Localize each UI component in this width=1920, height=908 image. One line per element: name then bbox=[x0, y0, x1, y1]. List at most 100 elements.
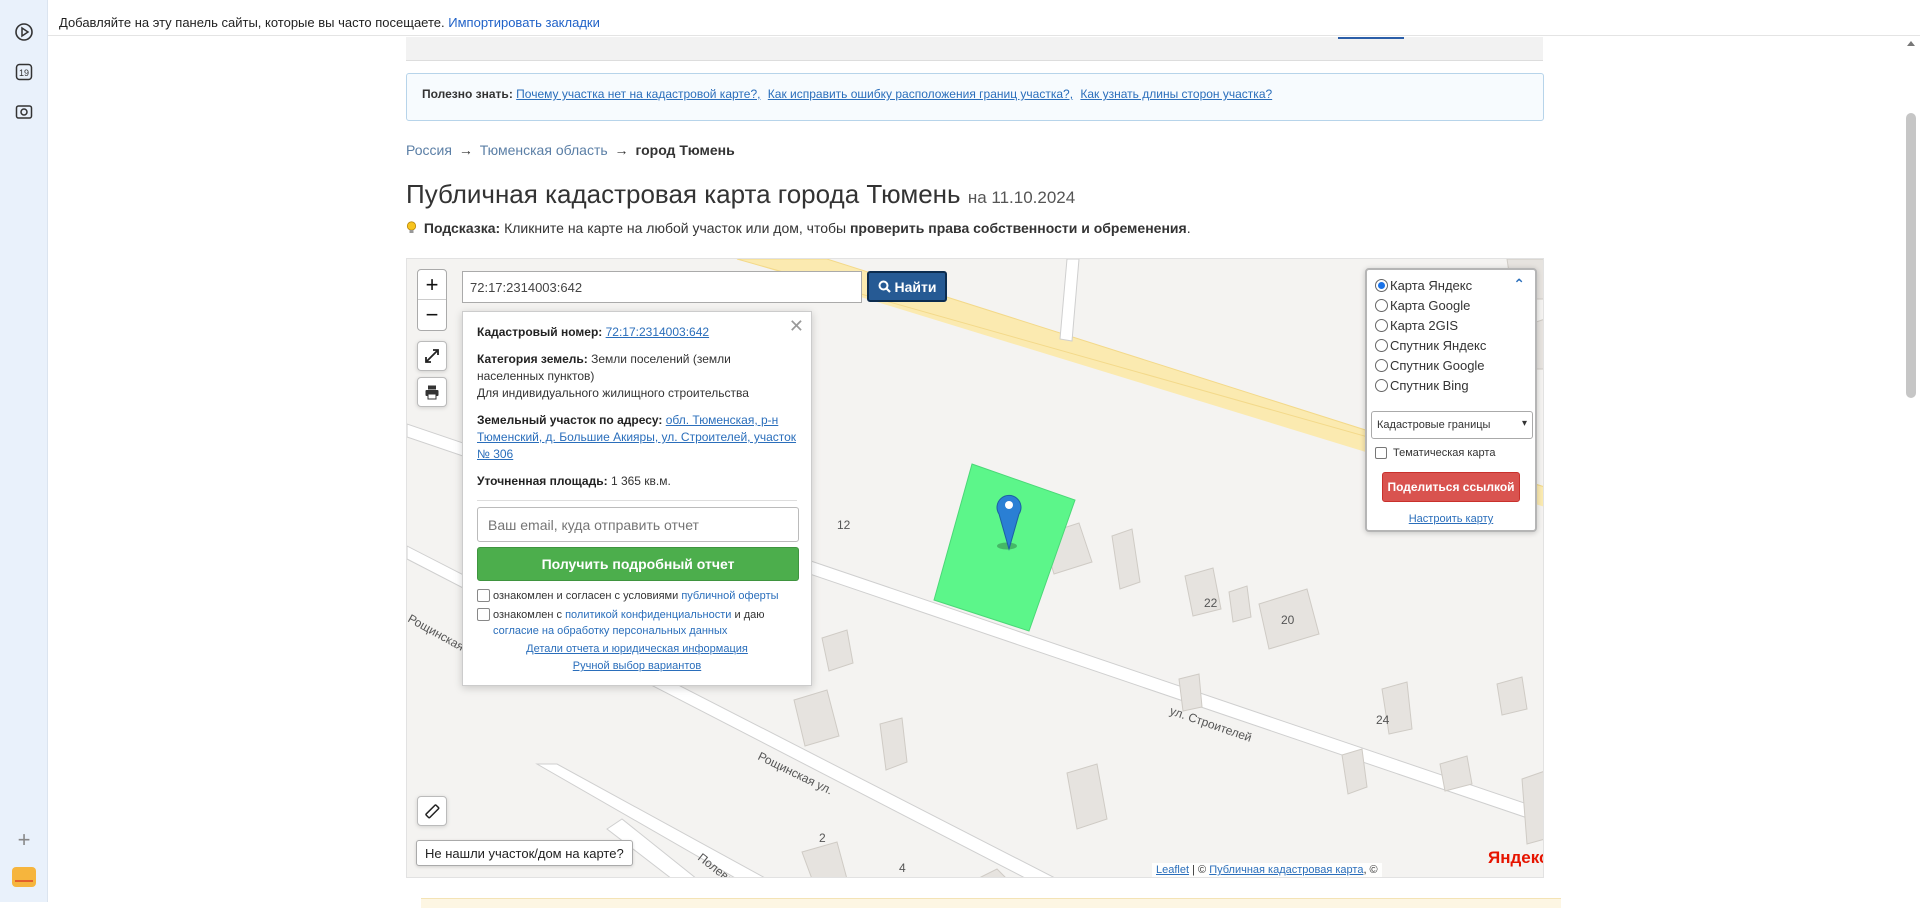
popup-category: Категория земель: Земли поселений (земли… bbox=[477, 351, 797, 402]
hint: Подсказка: Кликните на карте на любой уч… bbox=[406, 220, 1191, 236]
hint-label: Подсказка: bbox=[423, 220, 501, 236]
play-circle-icon[interactable] bbox=[12, 20, 36, 44]
breadcrumb-tyumen-region[interactable]: Тюменская область bbox=[480, 142, 608, 158]
site-search-button-remnant[interactable] bbox=[1338, 37, 1404, 39]
layer-yandex-satellite[interactable]: Спутник Яндекс bbox=[1375, 336, 1486, 354]
ruler-button[interactable] bbox=[417, 796, 447, 826]
popup-links: Детали отчета и юридическая информация Р… bbox=[463, 641, 811, 675]
hint-text: Кликните на карте на любой участок или д… bbox=[504, 220, 847, 236]
ruler-icon bbox=[425, 804, 440, 819]
radio-icon[interactable] bbox=[1375, 378, 1388, 392]
house-number: 24 bbox=[1376, 713, 1390, 727]
get-report-button[interactable]: Получить подробный отчет bbox=[477, 547, 799, 581]
cadastral-search-input[interactable] bbox=[462, 271, 862, 303]
category-label: Категория земель: bbox=[477, 352, 588, 366]
info-link-fix-boundaries[interactable]: Как исправить ошибку расположения границ… bbox=[768, 87, 1073, 101]
page-content: Полезно знать: Почему участка нет на кад… bbox=[48, 37, 1902, 908]
scroll-thumb[interactable] bbox=[1906, 113, 1916, 398]
camera-icon[interactable] bbox=[12, 100, 36, 124]
bookmarks-tip-text: Добавляйте на эту панель сайты, которые … bbox=[59, 15, 445, 30]
site-search-remnant bbox=[406, 37, 1543, 61]
privacy-consent: ознакомлен с политикой конфиденциальност… bbox=[477, 607, 797, 639]
info-link-side-lengths[interactable]: Как узнать длины сторон участка? bbox=[1080, 87, 1272, 101]
radio-icon[interactable] bbox=[1375, 278, 1388, 292]
page-scrollbar[interactable] bbox=[1902, 37, 1920, 902]
layer-label: Карта 2GIS bbox=[1390, 317, 1459, 333]
breadcrumb-current: город Тюмень bbox=[635, 142, 735, 158]
popup-area: Уточненная площадь: 1 365 кв.м. bbox=[477, 473, 797, 490]
scroll-up-arrow-icon[interactable] bbox=[1907, 41, 1915, 46]
privacy-text: ознакомлен с bbox=[493, 609, 563, 621]
configure-map-link[interactable]: Настроить карту bbox=[1409, 513, 1494, 525]
map-search bbox=[462, 271, 862, 303]
leaflet-link[interactable]: Leaflet bbox=[1156, 864, 1189, 876]
bookmarks-bar: Добавляйте на эту панель сайты, которые … bbox=[48, 0, 1920, 36]
find-button[interactable]: Найти bbox=[867, 271, 947, 302]
house-number: 12 bbox=[837, 518, 851, 532]
usage-value: Для индивидуального жилищного строительс… bbox=[477, 386, 749, 400]
zoom-in-button[interactable]: + bbox=[418, 270, 446, 300]
boundaries-select[interactable]: Кадастровые границы ▾ bbox=[1371, 411, 1533, 439]
breadcrumb-russia[interactable]: Россия bbox=[406, 142, 452, 158]
zoom-control: + − bbox=[417, 269, 447, 331]
house-number: 20 bbox=[1281, 613, 1295, 627]
radio-icon[interactable] bbox=[1375, 298, 1388, 312]
close-icon[interactable]: ✕ bbox=[789, 316, 804, 337]
attribution-copy: , © bbox=[1363, 864, 1378, 876]
layer-google-map[interactable]: Карта Google bbox=[1375, 296, 1470, 314]
layer-2gis-map[interactable]: Карта 2GIS bbox=[1375, 316, 1458, 334]
yandex-logo: Яндекс bbox=[1488, 848, 1544, 868]
share-link-button[interactable]: Поделиться ссылкой bbox=[1382, 472, 1520, 502]
next-section-remnant bbox=[421, 898, 1561, 908]
search-icon bbox=[878, 280, 891, 293]
cadastral-number-link[interactable]: 72:17:2314003:642 bbox=[606, 325, 709, 339]
layer-bing-satellite[interactable]: Спутник Bing bbox=[1375, 376, 1469, 394]
radio-icon[interactable] bbox=[1375, 358, 1388, 372]
hint-end: . bbox=[1186, 220, 1191, 236]
address-label: Земельный участок по адресу: bbox=[477, 413, 663, 427]
street-vertical bbox=[1059, 259, 1080, 342]
info-link-missing-parcel[interactable]: Почему участка нет на кадастровой карте?… bbox=[516, 87, 760, 101]
map-attribution: Leaflet | © Публичная кадастровая карта,… bbox=[1152, 863, 1382, 877]
print-button[interactable] bbox=[417, 377, 447, 407]
thematic-checkbox[interactable] bbox=[1375, 447, 1387, 459]
page-title-main: Публичная кадастровая карта города Тюмен… bbox=[406, 179, 961, 209]
plus-icon[interactable]: + bbox=[12, 828, 36, 852]
house-number: 2 bbox=[819, 831, 826, 845]
public-offer-link[interactable]: публичной оферты bbox=[681, 590, 778, 602]
privacy-policy-link[interactable]: политикой конфиденциальности bbox=[565, 609, 731, 621]
cadastral-map[interactable]: 12 22 20 24 2 4 ул. Строителей Рощинская… bbox=[406, 258, 1544, 878]
layer-google-satellite[interactable]: Спутник Google bbox=[1375, 356, 1485, 374]
cadastral-label: Кадастровый номер: bbox=[477, 325, 603, 339]
email-field[interactable] bbox=[477, 507, 799, 542]
yandex-logo-text: Яндекс bbox=[1488, 848, 1544, 867]
thematic-map-toggle[interactable]: Тематическая карта bbox=[1375, 447, 1495, 459]
mail-icon[interactable] bbox=[12, 867, 36, 887]
house-number: 4 bbox=[899, 861, 906, 875]
personal-data-link[interactable]: согласие на обработку персональных данны… bbox=[493, 625, 727, 637]
privacy-consent-text: ознакомлен с политикой конфиденциальност… bbox=[493, 607, 797, 639]
house-number: 22 bbox=[1204, 596, 1218, 610]
privacy-mid: и даю bbox=[734, 609, 765, 621]
chevron-up-icon[interactable]: ⌃ bbox=[1513, 276, 1525, 293]
fullscreen-button[interactable] bbox=[417, 341, 447, 371]
zoom-out-button[interactable]: − bbox=[418, 300, 446, 330]
radio-icon[interactable] bbox=[1375, 318, 1388, 332]
pkk-link[interactable]: Публичная кадастровая карта bbox=[1209, 864, 1363, 876]
privacy-checkbox[interactable] bbox=[477, 608, 490, 621]
offer-consent: ознакомлен и согласен с условиями публич… bbox=[477, 588, 797, 604]
popup-divider bbox=[477, 500, 797, 501]
layer-yandex-map[interactable]: Карта Яндекс bbox=[1375, 276, 1472, 294]
offer-checkbox[interactable] bbox=[477, 589, 490, 602]
thematic-label: Тематическая карта bbox=[1393, 447, 1496, 459]
page-title-date: на 11.10.2024 bbox=[967, 188, 1076, 207]
calendar-icon[interactable]: 19 bbox=[12, 60, 36, 84]
import-bookmarks-link[interactable]: Импортировать закладки bbox=[448, 15, 600, 30]
popup-address: Земельный участок по адресу: обл. Тюменс… bbox=[477, 412, 797, 463]
radio-icon[interactable] bbox=[1375, 338, 1388, 352]
not-found-button[interactable]: Не нашли участок/дом на карте? bbox=[416, 840, 633, 866]
report-details-link[interactable]: Детали отчета и юридическая информация bbox=[526, 643, 748, 655]
page-title: Публичная кадастровая карта города Тюмен… bbox=[406, 179, 1075, 210]
chevron-down-icon: ▾ bbox=[1521, 418, 1527, 429]
manual-choice-link[interactable]: Ручной выбор вариантов bbox=[573, 660, 701, 672]
